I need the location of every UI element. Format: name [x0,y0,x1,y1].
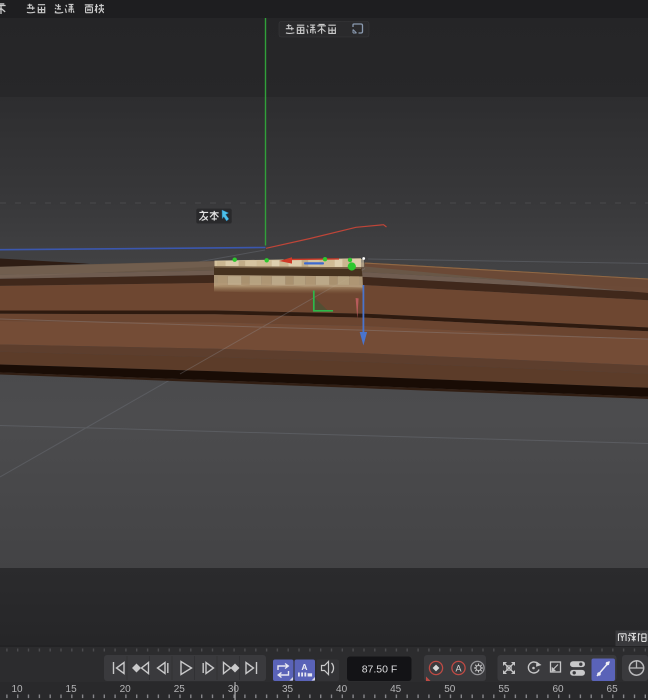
svg-text:15: 15 [66,684,78,695]
svg-text:60: 60 [552,684,564,695]
svg-text:25: 25 [174,684,186,695]
svg-text:20: 20 [120,684,132,695]
svg-text:35: 35 [282,684,294,695]
svg-text:40: 40 [336,684,348,695]
svg-text:45: 45 [390,684,402,695]
svg-text:65: 65 [607,684,619,695]
svg-text:87.50 F: 87.50 F [362,664,398,676]
svg-text:A: A [455,664,461,674]
svg-text:55: 55 [498,684,510,695]
svg-text:A: A [301,662,307,672]
svg-text:10: 10 [11,684,23,695]
svg-text:50: 50 [444,684,456,695]
svg-text:30: 30 [228,684,240,695]
